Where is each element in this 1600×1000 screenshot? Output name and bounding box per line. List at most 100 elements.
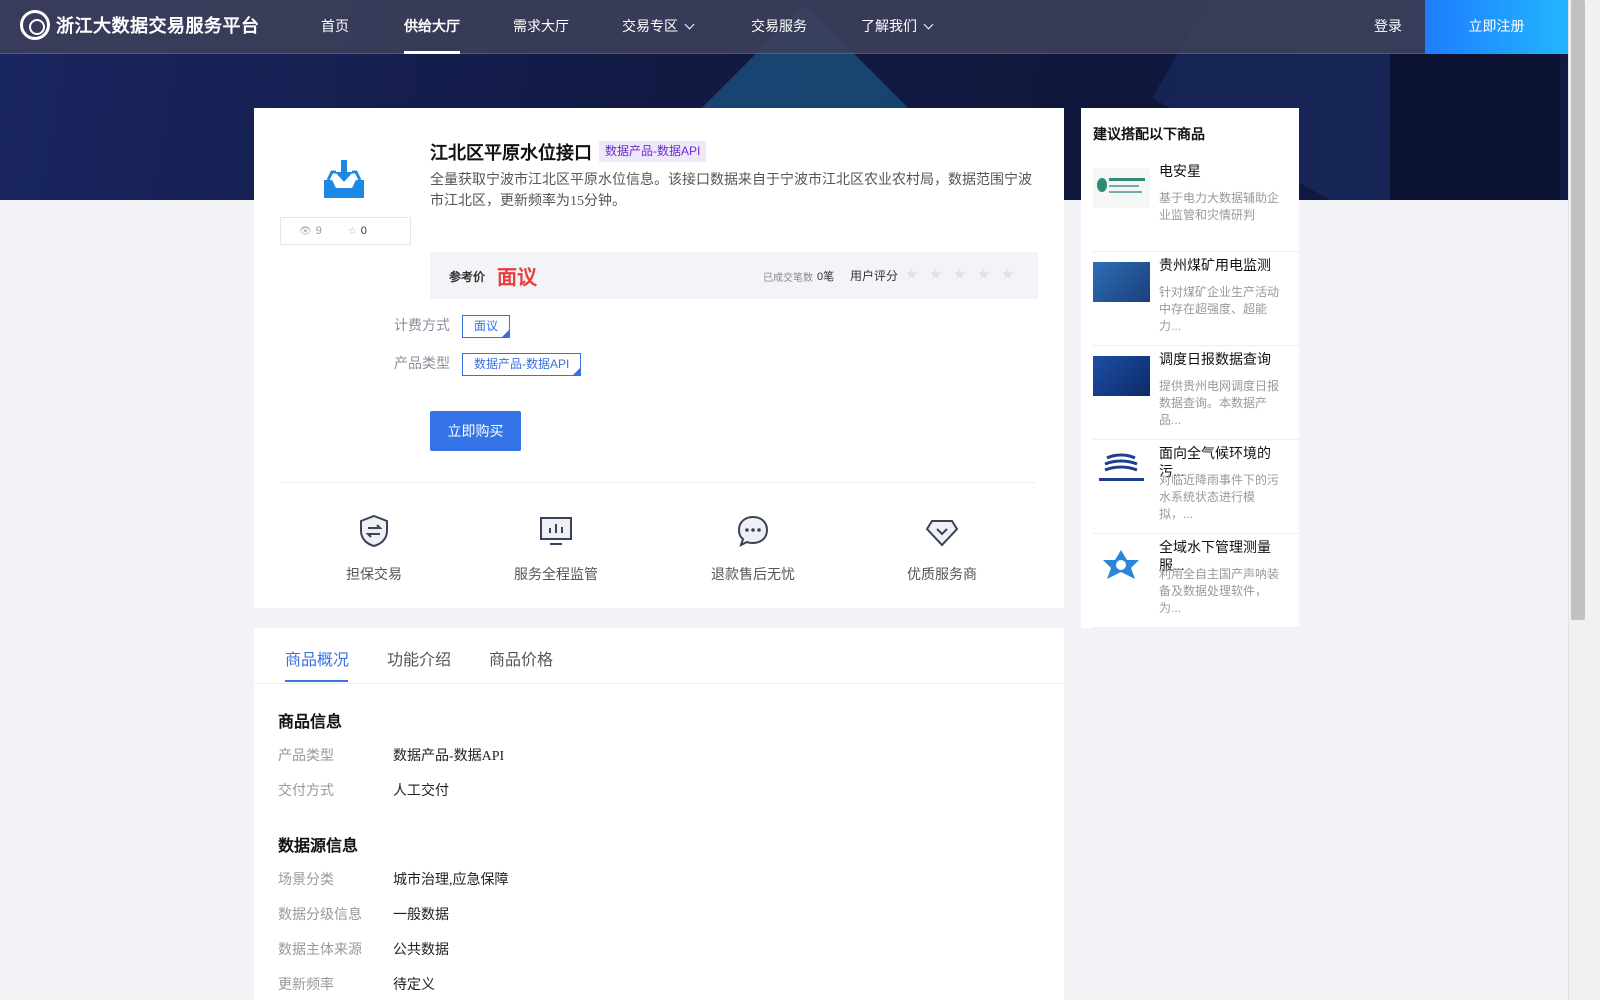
product-card: 👁 9 ☆ 0 江北区平原水位接口 数据产品-数据API 全量获取宁波市江北区平原水… [254, 108, 1064, 608]
diamond-icon [925, 520, 959, 547]
star-icon: ★ [905, 266, 919, 283]
nav-item-label: 了解我们 [861, 18, 917, 34]
recommend-panel: 建议搭配以下商品 电安星 基于电力大数据辅助企业监管和灾情研判 贵州煤矿用电监测… [1081, 108, 1299, 628]
rating-label: 用户评分 [850, 269, 899, 283]
info-value: 人工交付 [393, 784, 449, 799]
recommend-item-desc: 针对煤矿企业生产活动中存在超强度、超能力... [1159, 285, 1280, 333]
buy-now-button[interactable]: 立即购买 [430, 411, 521, 451]
source-info-title: 数据源信息 [278, 838, 359, 855]
nav-item-label: 交易专区 [622, 18, 678, 34]
info-value: 数据产品-数据API [393, 749, 505, 764]
nav-item-trade-zone[interactable]: 交易专区 [622, 0, 695, 54]
tab-overview[interactable]: 商品概况 [285, 646, 349, 670]
feature-label: 优质服务商 [907, 566, 977, 582]
chat-bubble-icon [737, 515, 769, 547]
goods-info-title: 商品信息 [278, 714, 343, 731]
product-tag: 数据产品-数据API [599, 141, 707, 162]
favorite-count-value: 0 [360, 225, 367, 237]
favorite-count[interactable]: ☆ 0 [348, 225, 367, 237]
info-value: 待定义 [393, 978, 435, 993]
rating-stars: ★ ★ ★ ★ ★ [905, 265, 1025, 283]
price-value: 面议 [497, 267, 537, 289]
banner-shape [1390, 54, 1560, 200]
recommend-item-desc: 提供贵州电网调度日报数据查询。本数据产品... [1159, 379, 1280, 427]
billing-label: 计费方式 [394, 317, 450, 333]
recommend-item[interactable]: 电安星 基于电力大数据辅助企业监管和灾情研判 [1093, 158, 1299, 252]
recommend-item-name: 电安星 [1159, 163, 1201, 179]
feature-guarantee: 担保交易 [346, 513, 402, 584]
nav-item-trade-service[interactable]: 交易服务 [751, 0, 807, 54]
recommend-thumbnail [1093, 262, 1150, 302]
site-logo[interactable]: 浙江大数据交易服务平台 [20, 10, 260, 40]
info-key: 产品类型 [278, 747, 334, 763]
active-tab-indicator [285, 680, 348, 682]
deals-label: 已成交笔数 [763, 273, 813, 284]
info-key: 数据主体来源 [278, 941, 362, 957]
chevron-down-icon [684, 19, 695, 30]
recommend-title: 建议搭配以下商品 [1093, 128, 1205, 143]
recommend-item[interactable]: 调度日报数据查询 提供贵州电网调度日报数据查询。本数据产品... [1093, 346, 1299, 440]
type-label: 产品类型 [394, 355, 450, 371]
recommend-thumbnail [1093, 168, 1150, 208]
recommend-item-name: 贵州煤矿用电监测 [1159, 257, 1271, 273]
feature-label: 担保交易 [346, 566, 402, 582]
info-key: 场景分类 [278, 871, 334, 887]
feature-supervision: 服务全程监管 [514, 513, 598, 584]
recommend-thumbnail [1093, 544, 1150, 584]
type-chip[interactable]: 数据产品-数据API [462, 353, 582, 376]
product-stats: 👁 9 ☆ 0 [280, 217, 411, 245]
recommend-item[interactable]: 贵州煤矿用电监测 针对煤矿企业生产活动中存在超强度、超能力... [1093, 252, 1299, 346]
star-icon: ★ [929, 266, 943, 283]
shield-exchange-icon [360, 514, 388, 548]
price-label: 参考价 [449, 270, 486, 284]
nav-item-supply[interactable]: 供给大厅 [404, 0, 460, 54]
price-box: 参考价 面议 已成交笔数 0笔 用户评分 ★ ★ ★ ★ ★ [430, 252, 1038, 299]
nav-item-about[interactable]: 了解我们 [861, 0, 934, 54]
monitor-chart-icon [540, 517, 572, 545]
product-description: 全量获取宁波市江北区平原水位信息。该接口数据来自于宁波市江北区农业农村局，数据范… [430, 173, 1032, 209]
billing-chip[interactable]: 面议 [462, 315, 511, 338]
logo-icon [20, 10, 50, 40]
info-key: 更新频率 [278, 976, 334, 992]
nav-item-demand[interactable]: 需求大厅 [513, 0, 569, 54]
tab-features[interactable]: 功能介绍 [387, 646, 451, 670]
recommend-item-desc: 基于电力大数据辅助企业监管和灾情研判 [1159, 191, 1280, 222]
recommend-item-desc: 对临近降雨事件下的污水系统状态进行模拟，... [1159, 473, 1280, 521]
product-title: 江北区平原水位接口 [430, 143, 592, 163]
divider [254, 683, 1064, 684]
star-outline-icon: ☆ [347, 225, 357, 237]
recommend-item-desc: 利用全自主国产声呐装备及数据处理软件，为... [1159, 567, 1280, 615]
detail-panel: 商品概况 功能介绍 商品价格 商品信息 产品类型 数据产品-数据API 交付方式… [254, 628, 1064, 1000]
feature-refund: 退款售后无忧 [711, 513, 795, 584]
eye-icon: 👁 [299, 225, 312, 237]
recommend-item-name: 调度日报数据查询 [1159, 351, 1271, 367]
recommend-thumbnail [1093, 450, 1150, 490]
view-count-value: 9 [315, 225, 322, 237]
tab-pricing[interactable]: 商品价格 [489, 646, 553, 670]
chevron-down-icon [923, 19, 934, 30]
recommend-item[interactable]: 全域水下管理测量服... 利用全自主国产声呐装备及数据处理软件，为... [1093, 534, 1299, 628]
top-nav: 浙江大数据交易服务平台 首页 供给大厅 需求大厅 交易专区 交易服务 了解我们 … [0, 0, 1568, 54]
recommend-item[interactable]: 面向全气候环境的污... 对临近降雨事件下的污水系统状态进行模拟，... [1093, 440, 1299, 534]
info-value: 一般数据 [393, 908, 449, 923]
info-key: 数据分级信息 [278, 906, 362, 922]
download-tray-icon [324, 160, 364, 198]
info-value: 公共数据 [393, 943, 449, 958]
logo-text: 浙江大数据交易服务平台 [56, 16, 260, 36]
star-icon: ★ [953, 266, 967, 283]
divider [280, 482, 1036, 483]
recommend-thumbnail [1093, 356, 1150, 396]
info-key: 交付方式 [278, 782, 334, 798]
nav-item-home[interactable]: 首页 [321, 0, 349, 54]
login-link[interactable]: 登录 [1374, 0, 1402, 54]
view-count: 👁 9 [299, 225, 322, 237]
scrollbar-thumb[interactable] [1571, 0, 1585, 620]
info-value: 城市治理,应急保障 [393, 873, 509, 888]
feature-label: 服务全程监管 [514, 566, 598, 582]
star-icon: ★ [1001, 266, 1015, 283]
deals-value: 0笔 [817, 271, 835, 283]
feature-provider: 优质服务商 [907, 513, 977, 584]
register-button[interactable]: 立即注册 [1425, 0, 1568, 54]
feature-label: 退款售后无忧 [711, 566, 795, 582]
page-scrollbar[interactable] [1568, 0, 1600, 1000]
